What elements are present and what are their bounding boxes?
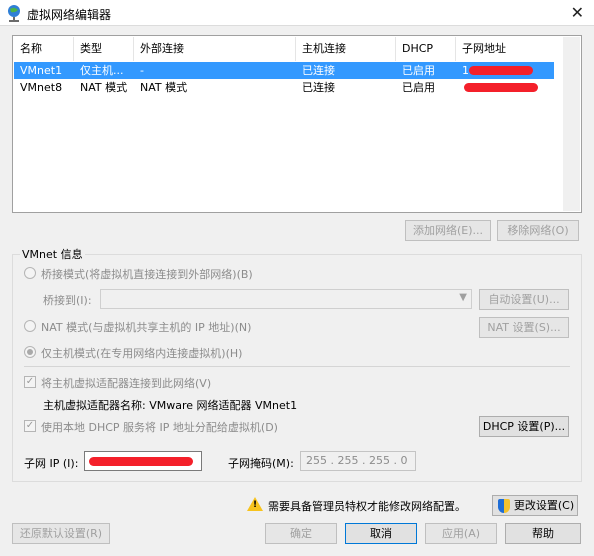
row-external: NAT 模式 xyxy=(140,81,188,94)
network-list[interactable]: 名称 类型 外部连接 主机连接 DHCP 子网地址 VMnet1 仅主机... … xyxy=(12,35,582,213)
subnet-mask-input[interactable]: 255 . 255 . 255 . 0 xyxy=(300,451,416,471)
ok-button[interactable]: 确定 xyxy=(265,523,337,544)
restore-defaults-button[interactable]: 还原默认设置(R) xyxy=(12,523,110,544)
row-name: VMnet8 xyxy=(20,81,63,94)
network-globe-icon xyxy=(8,5,20,22)
connect-adapter-label: 将主机虚拟适配器连接到此网络(V) xyxy=(41,377,212,390)
change-settings-label: 更改设置(C) xyxy=(513,499,575,512)
bridge-to-label: 桥接到(I): xyxy=(43,294,92,307)
admin-notice: 需要具备管理员特权才能修改网络配置。 xyxy=(268,500,466,513)
table-header: 名称 类型 外部连接 主机连接 DHCP 子网地址 xyxy=(14,37,580,61)
column-header-dhcp[interactable]: DHCP xyxy=(396,37,456,61)
column-header-type[interactable]: 类型 xyxy=(74,37,134,61)
column-header-external[interactable]: 外部连接 xyxy=(134,37,296,61)
redaction-mark xyxy=(464,83,538,92)
subnet-mask-label: 子网掩码(M): xyxy=(228,457,294,470)
nat-radio[interactable] xyxy=(24,320,36,332)
subnet-ip-input[interactable] xyxy=(84,451,202,471)
table-row[interactable]: VMnet8 NAT 模式 NAT 模式 已连接 已启用 xyxy=(14,79,554,96)
nat-label: NAT 模式(与虚拟机共享主机的 IP 地址)(N) xyxy=(41,321,252,334)
add-network-button[interactable]: 添加网络(E)... xyxy=(405,220,491,241)
redaction-mark xyxy=(469,66,533,75)
subnet-ip-label: 子网 IP (I): xyxy=(24,457,79,470)
vmnet-info-label: VMnet 信息 xyxy=(20,246,85,262)
dhcp-label: 使用本地 DHCP 服务将 IP 地址分配给虚拟机(D) xyxy=(41,421,278,434)
title-bar: 虚拟网络编辑器 ✕ xyxy=(0,0,594,26)
row-host: 已连接 xyxy=(302,64,335,77)
row-name: VMnet1 xyxy=(20,64,63,77)
remove-network-button[interactable]: 移除网络(O) xyxy=(497,220,579,241)
table-scrollbar[interactable] xyxy=(563,37,580,211)
row-type: 仅主机... xyxy=(80,64,124,77)
host-only-label: 仅主机模式(在专用网络内连接虚拟机)(H) xyxy=(41,347,243,360)
help-button[interactable]: 帮助 xyxy=(505,523,581,544)
column-header-host[interactable]: 主机连接 xyxy=(296,37,396,61)
divider xyxy=(24,366,570,367)
warning-icon: ! xyxy=(247,497,263,511)
host-only-radio[interactable] xyxy=(24,346,36,358)
redaction-mark xyxy=(89,457,193,466)
row-dhcp: 已启用 xyxy=(402,81,435,94)
row-host: 已连接 xyxy=(302,81,335,94)
uac-shield-icon xyxy=(498,499,510,513)
auto-settings-button[interactable]: 自动设置(U)... xyxy=(479,289,569,310)
column-header-subnet[interactable]: 子网地址 xyxy=(456,37,556,61)
row-dhcp: 已启用 xyxy=(402,64,435,77)
row-external: - xyxy=(140,64,144,77)
change-settings-button[interactable]: 更改设置(C) xyxy=(492,495,578,516)
bridged-radio[interactable] xyxy=(24,267,36,279)
dhcp-checkbox[interactable]: ✓ xyxy=(24,420,36,432)
column-header-name[interactable]: 名称 xyxy=(14,37,74,61)
connect-adapter-checkbox[interactable]: ✓ xyxy=(24,376,36,388)
adapter-name-label: 主机虚拟适配器名称: VMware 网络适配器 VMnet1 xyxy=(43,399,298,412)
close-icon[interactable]: ✕ xyxy=(571,3,584,22)
cancel-button[interactable]: 取消 xyxy=(345,523,417,544)
chevron-down-icon: ▼ xyxy=(459,292,467,303)
bridged-label: 桥接模式(将虚拟机直接连接到外部网络)(B) xyxy=(41,268,253,281)
apply-button[interactable]: 应用(A) xyxy=(425,523,497,544)
nat-settings-button[interactable]: NAT 设置(S)... xyxy=(479,317,569,338)
dhcp-settings-button[interactable]: DHCP 设置(P)... xyxy=(479,416,569,437)
bridge-to-select[interactable]: ▼ xyxy=(100,289,472,309)
table-row[interactable]: VMnet1 仅主机... - 已连接 已启用 1 xyxy=(14,62,554,79)
row-type: NAT 模式 xyxy=(80,81,128,94)
window-title: 虚拟网络编辑器 xyxy=(27,8,112,22)
